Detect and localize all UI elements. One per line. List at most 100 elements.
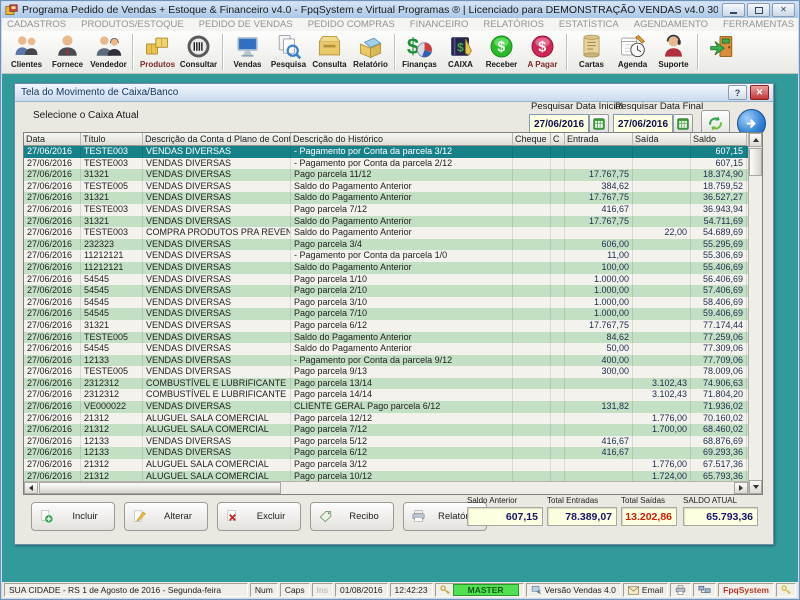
table-row[interactable]: 27/06/201631321VENDAS DIVERSASPago parce… (24, 169, 748, 181)
date-final-label: Pesquisar Data Final (615, 101, 703, 112)
column-header-data[interactable]: Data (24, 133, 81, 146)
incluir-button[interactable]: Incluir (31, 502, 115, 531)
table-row[interactable]: 27/06/201631321VENDAS DIVERSASPago parce… (24, 320, 748, 332)
cell-sa-da (633, 308, 691, 320)
cell-saldo: 36.527,27 (691, 192, 747, 204)
table-row[interactable]: 27/06/201611212121VENDAS DIVERSAS- Pagam… (24, 250, 748, 262)
table-row[interactable]: 27/06/2016TESTE003VENDAS DIVERSAS- Pagam… (24, 146, 748, 158)
column-header-descri-o-do-hist-rico[interactable]: Descrição do Histórico (291, 133, 513, 146)
excluir-button[interactable]: Excluir (217, 502, 301, 531)
scroll-up-button[interactable] (749, 133, 762, 147)
toolbar-pesquisa[interactable]: Pesquisa (268, 31, 309, 73)
button-label: Alterar (153, 511, 207, 522)
menu-produtos-estoque[interactable]: PRODUTOS/ESTOQUE (81, 19, 184, 30)
toolbar-consulta[interactable]: Consulta (309, 31, 350, 73)
cell-sa-da (633, 239, 691, 251)
button-label: Excluir (246, 511, 300, 522)
column-header-descri-o-da-conta-d-plano-de-contas[interactable]: Descrição da Conta d Plano de Contas (143, 133, 291, 146)
table-row[interactable]: 27/06/201654545VENDAS DIVERSASSaldo do P… (24, 343, 748, 355)
cell-descri-o-da-conta-d-plano-de-contas: VENDAS DIVERSAS (143, 355, 291, 367)
date-initial-label: Pesquisar Data Inicial (531, 101, 623, 112)
recibo-button[interactable]: Recibo (310, 502, 394, 531)
toolbar-produtos[interactable]: Produtos (137, 31, 178, 73)
table-row[interactable]: 27/06/2016TESTE005VENDAS DIVERSASSaldo d… (24, 181, 748, 193)
horizontal-scroll-thumb[interactable] (39, 482, 281, 494)
toolbar-receber[interactable]: $Receber (481, 31, 522, 73)
close-button[interactable]: ✕ (772, 3, 795, 17)
table-row[interactable]: 27/06/2016TESTE005VENDAS DIVERSASSaldo d… (24, 332, 748, 344)
toolbar-suporte[interactable]: Suporte (653, 31, 694, 73)
table-row[interactable]: 27/06/201631321VENDAS DIVERSASSaldo do P… (24, 192, 748, 204)
panel-close-button[interactable]: ✕ (750, 85, 769, 100)
table-row[interactable]: 27/06/201611212121VENDAS DIVERSASSaldo d… (24, 262, 748, 274)
toolbar-agenda[interactable]: Agenda (612, 31, 653, 73)
toolbar-cartas[interactable]: Cartas (571, 31, 612, 73)
toolbar-caixa[interactable]: $CAIXA (440, 31, 481, 73)
menu-pedido-de-vendas[interactable]: PEDIDO DE VENDAS (199, 19, 293, 30)
toolbar-vendedor[interactable]: Vendedor (88, 31, 129, 73)
alterar-button[interactable]: Alterar (124, 502, 208, 531)
horizontal-scrollbar[interactable] (24, 481, 748, 494)
date-final-calendar-button[interactable] (673, 114, 693, 134)
column-header-c[interactable]: C (551, 133, 565, 146)
toolbar-fornece[interactable]: Fornece (47, 31, 88, 73)
menu-ferramentas[interactable]: FERRAMENTAS (723, 19, 794, 30)
table-row[interactable]: 27/06/201654545VENDAS DIVERSASPago parce… (24, 285, 748, 297)
app-icon (5, 4, 18, 17)
date-initial-calendar-button[interactable] (589, 114, 609, 134)
scroll-left-button[interactable] (24, 482, 38, 494)
table-row[interactable]: 27/06/2016TESTE005VENDAS DIVERSASPago pa… (24, 366, 748, 378)
column-header-saldo[interactable]: Saldo (691, 133, 747, 146)
menu-agendamento[interactable]: AGENDAMENTO (634, 19, 708, 30)
table-row[interactable]: 27/06/2016TESTE003COMPRA PRODUTOS PRA RE… (24, 227, 748, 239)
column-header-sa-da[interactable]: Saída (633, 133, 691, 146)
scroll-right-button[interactable] (734, 482, 748, 494)
menu-relat-rios[interactable]: RELATÓRIOS (483, 19, 544, 30)
scroll-down-button[interactable] (749, 480, 762, 494)
column-header-cheque[interactable]: Cheque (513, 133, 551, 146)
status-email[interactable]: Email (623, 583, 668, 597)
cashbook-icon: $ (447, 33, 474, 60)
table-row[interactable]: 27/06/201621312ALUGUEL SALA COMERCIALPag… (24, 424, 748, 436)
table-row[interactable]: 27/06/201612133VENDAS DIVERSASPago parce… (24, 436, 748, 448)
table-row[interactable]: 27/06/2016TESTE003VENDAS DIVERSAS- Pagam… (24, 158, 748, 170)
toolbar-finan-as[interactable]: $Finanças (399, 31, 440, 73)
table-row[interactable]: 27/06/201621312ALUGUEL SALA COMERCIALPag… (24, 471, 748, 481)
toolbar-a-pagar[interactable]: $A Pagar (522, 31, 563, 73)
toolbar-vendas[interactable]: Vendas (227, 31, 268, 73)
table-row[interactable]: 27/06/201612133VENDAS DIVERSAS- Pagament… (24, 355, 748, 367)
status-printer[interactable] (670, 583, 691, 597)
vertical-scroll-thumb[interactable] (749, 148, 762, 176)
table-row[interactable]: 27/06/201621312ALUGUEL SALA COMERCIALPag… (24, 413, 748, 425)
toolbar-clientes[interactable]: Clientes (6, 31, 47, 73)
table-row[interactable]: 27/06/2016TESTE003VENDAS DIVERSASPago pa… (24, 204, 748, 216)
date-final-field[interactable]: 27/06/2016 (613, 114, 673, 134)
column-header-entrada[interactable]: Entrada (565, 133, 633, 146)
toolbar-exit[interactable] (702, 31, 743, 73)
table-row[interactable]: 27/06/201612133VENDAS DIVERSASPago parce… (24, 447, 748, 459)
toolbar-relat-rio[interactable]: Relatório (350, 31, 391, 73)
table-row[interactable]: 27/06/201654545VENDAS DIVERSASPago parce… (24, 274, 748, 286)
menu-pedido-compras[interactable]: PEDIDO COMPRAS (308, 19, 395, 30)
column-header-t-tulo[interactable]: Título (81, 133, 143, 146)
table-row[interactable]: 27/06/201621312ALUGUEL SALA COMERCIALPag… (24, 459, 748, 471)
table-row[interactable]: 27/06/201654545VENDAS DIVERSASPago parce… (24, 297, 748, 309)
table-row[interactable]: 27/06/2016232323VENDAS DIVERSASPago parc… (24, 239, 748, 251)
table-row[interactable]: 27/06/20162312312COMBUSTÍVEL E LUBRIFICA… (24, 389, 748, 401)
minimize-button[interactable] (722, 3, 745, 17)
cell-sa-da (633, 262, 691, 274)
table-row[interactable]: 27/06/201631321VENDAS DIVERSASSaldo do P… (24, 216, 748, 228)
maximize-button[interactable] (747, 3, 770, 17)
table-row[interactable]: 27/06/201654545VENDAS DIVERSASPago parce… (24, 308, 748, 320)
status-network[interactable] (693, 583, 716, 597)
toolbar-label: Vendas (233, 60, 261, 69)
table-row[interactable]: 27/06/2016VE000022VENDAS DIVERSASCLIENTE… (24, 401, 748, 413)
menu-cadastros[interactable]: CADASTROS (7, 19, 66, 30)
vertical-scrollbar[interactable] (748, 133, 762, 494)
toolbar-consultar[interactable]: Consultar (178, 31, 219, 73)
table-row[interactable]: 27/06/20162312312COMBUSTÍVEL E LUBRIFICA… (24, 378, 748, 390)
menu-estat-stica[interactable]: ESTATÍSTICA (559, 19, 619, 30)
panel-help-button[interactable]: ? (728, 85, 747, 100)
date-initial-field[interactable]: 27/06/2016 (529, 114, 589, 134)
menu-financeiro[interactable]: FINANCEIRO (410, 19, 469, 30)
